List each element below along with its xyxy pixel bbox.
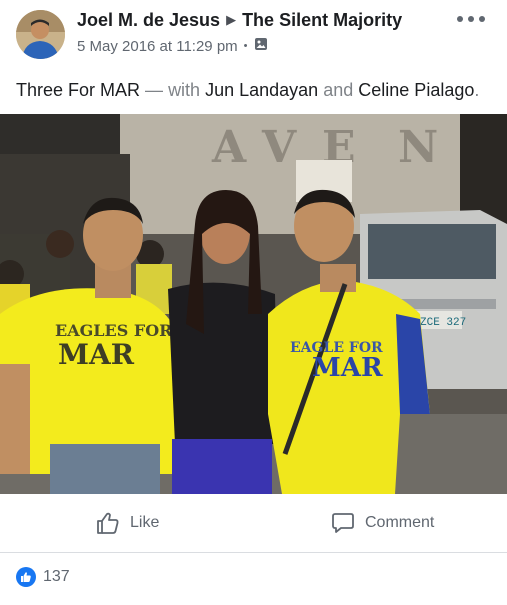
post-photo[interactable]: AV EN ZCE 327 EAGLES FOR MAR EAGLE FOR M… <box>0 114 507 494</box>
caption-separator: — <box>145 80 164 100</box>
shirt-text-4: MAR <box>312 353 383 383</box>
thumbs-up-icon <box>97 512 119 534</box>
post-actions: Like Comment <box>0 494 507 553</box>
post-meta: 5 May 2016 at 11:29 pm • <box>77 37 268 55</box>
more-dot-icon <box>457 16 463 22</box>
more-options-button[interactable] <box>457 12 485 26</box>
group-name[interactable]: The Silent Majority <box>242 10 402 30</box>
svg-text:A: A <box>211 122 247 173</box>
photo-album-icon <box>254 37 268 55</box>
tagged-person-2[interactable]: Celine Pialago <box>358 80 474 100</box>
tagged-person-1[interactable]: Jun Landayan <box>205 80 318 100</box>
like-count: 137 <box>43 568 70 585</box>
caption-title: Three For MAR <box>16 80 141 100</box>
comment-label: Comment <box>365 514 435 531</box>
like-button[interactable]: Like <box>96 494 159 552</box>
comment-button[interactable]: Comment <box>331 494 434 552</box>
post-caption: Three For MAR — with Jun Landayan and Ce… <box>16 80 479 101</box>
caption-and: and <box>323 80 354 100</box>
caption-end: . <box>474 80 480 100</box>
caption-with: with <box>168 80 201 100</box>
avatar[interactable] <box>16 10 65 59</box>
author-name[interactable]: Joel M. de Jesus <box>77 10 220 30</box>
svg-text:N: N <box>398 122 438 173</box>
comment-icon <box>332 513 354 533</box>
more-dot-icon <box>479 16 485 22</box>
shirt-text-2: MAR <box>58 338 135 371</box>
like-reaction-icon <box>16 567 36 587</box>
post-header: Joel M. de Jesus ▶ The Silent Majority 5 M… <box>0 0 507 70</box>
reactions-summary[interactable]: 137 <box>16 566 70 588</box>
car-plate: ZCE 327 <box>420 317 466 329</box>
svg-text:V: V <box>261 122 297 173</box>
more-dot-icon <box>468 16 474 22</box>
post-timestamp[interactable]: 5 May 2016 at 11:29 pm <box>77 38 238 55</box>
author-line: Joel M. de Jesus ▶ The Silent Majority <box>77 10 402 31</box>
like-label: Like <box>130 514 160 531</box>
arrow-right-icon: ▶ <box>226 12 237 27</box>
meta-dot: • <box>243 40 248 52</box>
